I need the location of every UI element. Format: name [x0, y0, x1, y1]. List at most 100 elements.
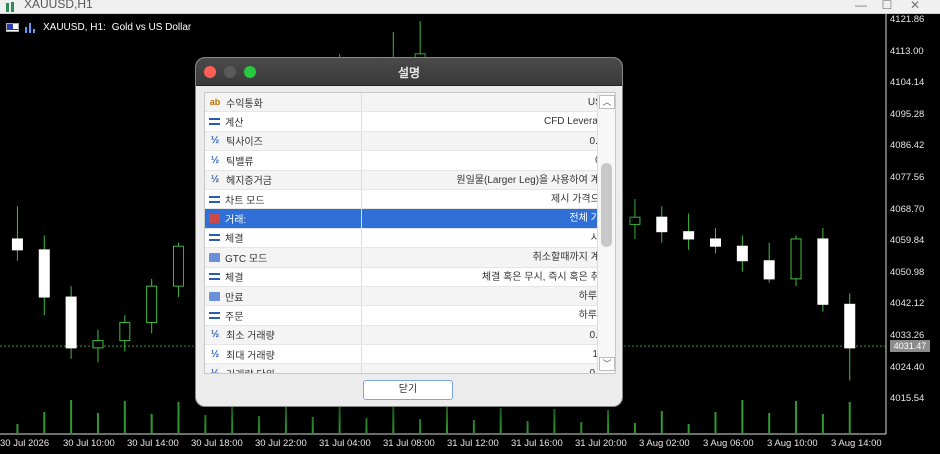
time-label: 30 Jul 10:00	[63, 438, 115, 449]
dialog-titlebar: 설명	[196, 58, 622, 86]
row-name-cell: GTC 모드	[205, 248, 362, 267]
fraction-icon: ½	[210, 368, 220, 374]
row-name-cell: 차트 모드	[205, 189, 362, 209]
chart-description: Gold vs US Dollar	[111, 22, 192, 33]
fraction-icon: ½	[210, 348, 220, 360]
row-name-cell: 만료	[205, 286, 362, 306]
row-name-cell: ½ 헤지증거금	[205, 170, 362, 189]
row-label: 틱사이즈	[226, 137, 263, 149]
row-label: 체결	[225, 273, 244, 285]
lines-icon	[209, 272, 220, 281]
time-label: 3 Aug 06:00	[703, 438, 754, 449]
row-value: 시장	[362, 229, 615, 247]
row-name-cell: 체결	[205, 267, 362, 286]
price-label: 4113.00	[890, 45, 924, 57]
scroll-up-icon[interactable]: ︿	[599, 95, 615, 109]
table-row[interactable]: ½ 최대 거래량 100	[205, 345, 615, 365]
flag-icon	[6, 23, 19, 32]
chart-symbol-label: XAUUSD, H1: Gold vs US Dollar	[6, 22, 191, 33]
row-value: CFD Leverage	[543, 116, 609, 128]
row-name-cell: ½ 최소 거래량	[205, 325, 362, 345]
table-row[interactable]: 거래: 전체 가능	[205, 209, 615, 229]
row-value: 0.01	[362, 132, 615, 150]
table-row[interactable]: GTC 모드 취소할때까지 계속	[205, 248, 615, 268]
row-name-cell: 거래:	[205, 209, 362, 228]
row-label: 체결	[225, 234, 244, 246]
row-name-cell: ½ 틱사이즈	[205, 131, 362, 151]
row-label: 거래:	[225, 215, 247, 227]
row-label: 거래량 단위	[226, 366, 275, 373]
row-label: 주문	[225, 311, 244, 323]
scroll-thumb[interactable]	[601, 163, 612, 247]
fraction-icon: ½	[210, 174, 220, 186]
row-name-cell: 체결	[205, 228, 362, 248]
time-label: 31 Jul 08:00	[383, 438, 435, 449]
table-row[interactable]: ½ 틱밸류 0.1	[205, 151, 615, 171]
minimize-icon[interactable]: —	[850, 0, 872, 12]
window-titlebar: XAUUSD,H1 — ☐ ✕	[0, 0, 940, 14]
time-label: 30 Jul 2026	[0, 438, 50, 449]
time-label: 31 Jul 12:00	[447, 438, 499, 449]
table-row[interactable]: 만료 하루 전	[205, 286, 615, 307]
table-row[interactable]: ½ 헤지증거금 원일물(Larger Leg)을 사용하여 계산	[205, 170, 615, 190]
app-icon	[6, 2, 14, 12]
specification-rows: ab수익통화USD계산CFD Leverage½틱사이즈0.01½틱밸류0.1½…	[205, 93, 615, 374]
row-value: 전체 가능	[569, 213, 609, 225]
price-label: 4050.98	[890, 266, 925, 278]
candle-body	[65, 296, 77, 349]
row-label: GTC 모드	[225, 253, 268, 265]
time-label: 31 Jul 20:00	[575, 438, 627, 449]
row-value: 원일물(Larger Leg)을 사용하여 계산	[456, 174, 609, 186]
row-label: 최대 거래량	[226, 350, 275, 362]
table-row[interactable]: ½ 틱사이즈 0.01	[205, 131, 615, 152]
close-window-icon[interactable]: ✕	[904, 0, 926, 12]
fraction-icon: ½	[210, 154, 220, 166]
row-name-cell: 계산	[205, 112, 362, 131]
candle-body	[790, 238, 802, 280]
candle-body	[92, 340, 104, 349]
table-row[interactable]: 계산 CFD Leverage	[205, 112, 615, 132]
time-label: 3 Aug 10:00	[767, 438, 818, 449]
table-scrollbar[interactable]: ︿ ﹀	[597, 93, 615, 373]
row-label: 차트 모드	[225, 195, 265, 207]
row-label: 만료	[225, 292, 244, 304]
row-label: 수익통화	[226, 98, 263, 110]
row-value: 100	[362, 345, 615, 363]
price-label: 4068.70	[890, 203, 925, 215]
fraction-icon: ½	[210, 135, 220, 147]
maximize-icon[interactable]: ☐	[876, 0, 898, 12]
current-price-tag: 4031.47	[890, 340, 930, 352]
ab-icon: ab	[209, 97, 221, 108]
candle-body	[736, 245, 748, 262]
table-row[interactable]: 주문 하루 전	[205, 306, 615, 326]
price-label: 4104.14	[890, 77, 925, 89]
row-name-cell: ½ 거래량 단위	[205, 364, 362, 374]
row-value: 0.01	[362, 364, 615, 373]
price-label: 4086.42	[890, 140, 925, 152]
candle-body	[11, 238, 23, 251]
table-row[interactable]: ab 수익통화 USD	[205, 93, 615, 113]
dialog-title: 설명	[397, 66, 421, 80]
gtc-icon	[209, 291, 220, 301]
row-name-cell: ½ 틱밸류	[205, 151, 362, 170]
lines-icon	[209, 117, 220, 126]
scroll-down-icon[interactable]: ﹀	[599, 357, 615, 371]
close-button[interactable]: 닫기	[363, 380, 453, 400]
specification-dialog: 설명 ab 수익통화 USD 계산 CFD Leverage ½ 틱사이즈 0.01 ½ 틱밸류 0…	[195, 57, 623, 407]
candle-body	[656, 216, 668, 233]
bars-icon	[25, 22, 37, 33]
table-row[interactable]: 체결 시장	[205, 228, 615, 249]
candle-body	[844, 303, 856, 349]
price-label: 4042.12	[890, 298, 925, 310]
specification-table[interactable]: ab수익통화USD계산CFD Leverage½틱사이즈0.01½틱밸류0.1½…	[204, 92, 616, 374]
row-value: 제시 가격으로	[551, 193, 609, 205]
table-row[interactable]: 체결 체결 혹은 무시, 즉시 혹은 취소	[205, 267, 615, 287]
table-row[interactable]: ½ 거래량 단위 0.01	[205, 364, 615, 374]
table-row[interactable]: ½ 최소 거래량 0.01	[205, 325, 615, 346]
price-label: 4059.84	[890, 235, 925, 247]
table-row[interactable]: 차트 모드 제시 가격으로	[205, 189, 615, 210]
candle-body	[173, 245, 185, 287]
row-value: 하루 전	[578, 310, 609, 322]
time-label: 30 Jul 18:00	[191, 438, 243, 449]
candle-body	[38, 249, 50, 298]
